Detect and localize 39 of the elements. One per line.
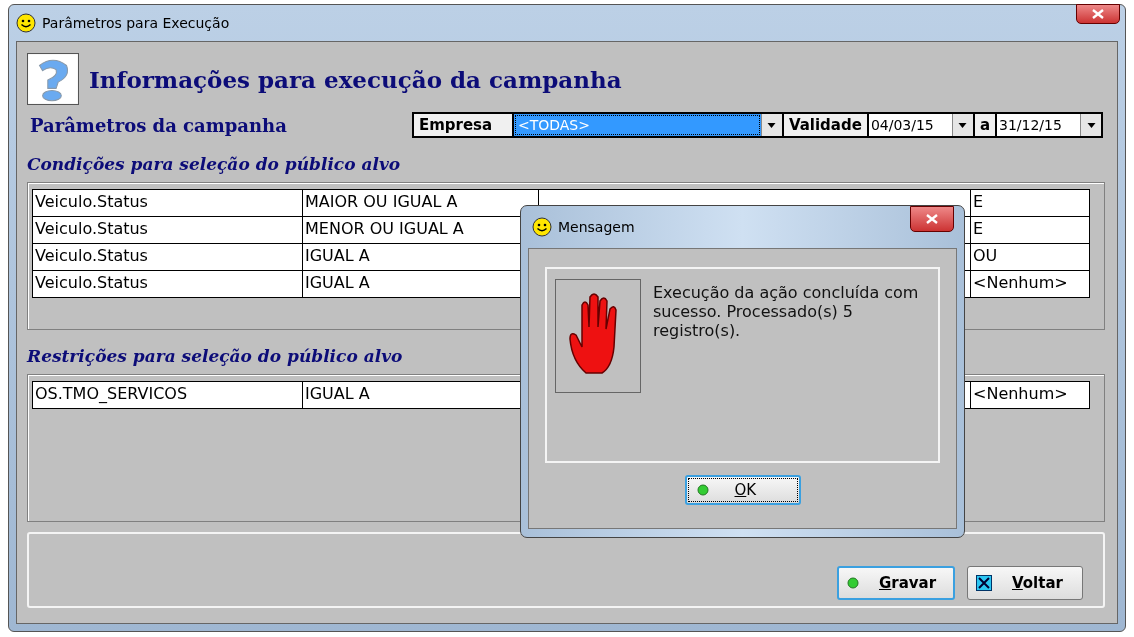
table-cell: Veiculo.Status bbox=[33, 217, 303, 243]
table-cell: E bbox=[971, 190, 1089, 216]
close-button[interactable] bbox=[1076, 4, 1120, 24]
close-icon bbox=[1092, 9, 1104, 19]
section-heading: Condições para seleção do público alvo bbox=[27, 154, 402, 174]
table-cell: Veiculo.Status bbox=[33, 271, 303, 297]
close-icon bbox=[926, 214, 938, 224]
field-label: a bbox=[974, 114, 995, 136]
dot-icon bbox=[847, 577, 859, 589]
section-heading: Restrições para seleção do público alvo bbox=[27, 346, 404, 366]
smiley-icon bbox=[532, 217, 552, 237]
dropdown-arrow-icon bbox=[958, 122, 968, 128]
date-dropdown[interactable]: 04/03/15 bbox=[868, 114, 973, 136]
dot-icon bbox=[696, 484, 709, 496]
question-mark-icon bbox=[27, 52, 79, 106]
field-label: Empresa bbox=[413, 114, 512, 136]
close-button[interactable] bbox=[910, 206, 954, 232]
window-title: Parâmetros para Execução bbox=[42, 15, 230, 31]
table-cell: MAIOR OU IGUAL A bbox=[303, 190, 539, 216]
ok-button[interactable]: OK bbox=[684, 475, 801, 505]
date-dropdown[interactable]: 31/12/15 bbox=[997, 114, 1101, 136]
save-button[interactable]: Gravar bbox=[837, 566, 955, 600]
section-heading: Parâmetros da campanha bbox=[29, 114, 287, 136]
table-cell: Veiculo.Status bbox=[33, 244, 303, 270]
dialog-title: Mensagem bbox=[558, 219, 635, 235]
smiley-icon bbox=[16, 13, 36, 33]
table-cell: OU bbox=[971, 244, 1089, 270]
table-cell: <Nenhum> bbox=[971, 382, 1089, 408]
page-heading: Informações para execução da campanha bbox=[89, 65, 622, 93]
dropdown-arrow-icon bbox=[767, 122, 777, 128]
table-cell: E bbox=[971, 217, 1089, 243]
dropdown-arrow-icon bbox=[1086, 122, 1096, 128]
table-cell: OS.TMO_SERVICOS bbox=[33, 382, 303, 408]
field-label: Validade bbox=[783, 114, 867, 136]
cross-icon bbox=[976, 575, 992, 591]
message-text: Execução da ação concluída com sucesso. Processado(s) 5 registro(s). bbox=[653, 283, 920, 342]
table-cell: Veiculo.Status bbox=[33, 190, 303, 216]
back-button[interactable]: Voltar bbox=[967, 566, 1083, 600]
table-cell: <Nenhum> bbox=[971, 271, 1089, 297]
